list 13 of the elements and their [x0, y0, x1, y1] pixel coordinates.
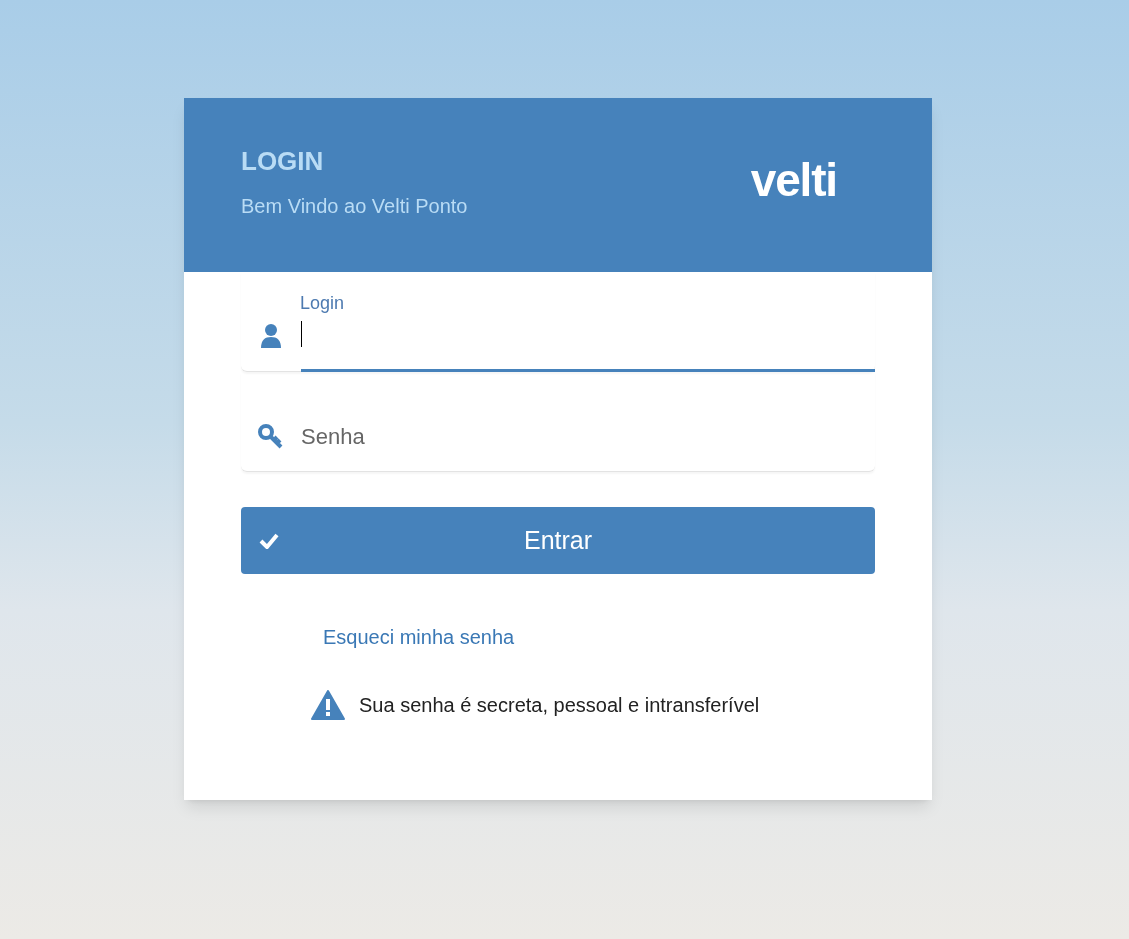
- field-label: Login: [300, 294, 346, 312]
- velti-logo: velti: [750, 157, 837, 203]
- password-field[interactable]: Senha: [301, 417, 875, 471]
- login-title: LOGIN: [241, 148, 325, 174]
- forgot-password-link[interactable]: Esqueci minha senha: [323, 622, 515, 652]
- warning-icon: [311, 690, 345, 720]
- text-cursor: [301, 321, 302, 347]
- welcome-subtitle: Bem Vindo ao Velti Ponto: [241, 196, 468, 216]
- security-notice: Sua senha é secreta, pessoal e intransferível: [359, 693, 760, 718]
- user-icon: [260, 323, 282, 349]
- check-icon: [259, 532, 279, 549]
- login-button[interactable]: Entrar: [241, 507, 875, 574]
- key-icon: [257, 423, 285, 449]
